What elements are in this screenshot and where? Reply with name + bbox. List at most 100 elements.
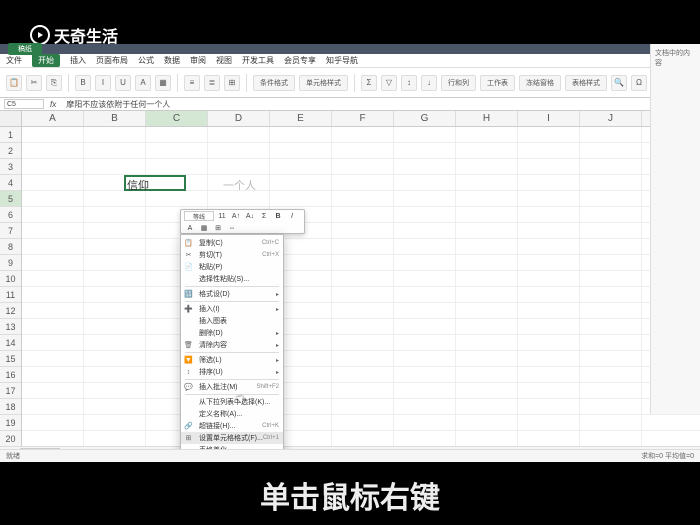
ctx-item[interactable]: 🗑清除内容▸	[181, 339, 283, 351]
mini-sum[interactable]: Σ	[258, 211, 270, 221]
mini-font-select[interactable]: 等线	[184, 211, 214, 221]
row-header-3[interactable]: 3	[0, 159, 21, 175]
symbol-button[interactable]: Ω	[631, 75, 647, 91]
ctx-item[interactable]: 从下拉列表中选择(K)...	[181, 396, 283, 408]
ctx-item[interactable]: 📋复制(C)Ctrl+C	[181, 237, 283, 249]
worksheet-button[interactable]: 工作表	[480, 75, 515, 91]
fill-color-button[interactable]: ▦	[155, 75, 171, 91]
menu-member[interactable]: 会员专享	[284, 55, 316, 66]
row-header-12[interactable]: 12	[0, 303, 21, 319]
sort-button[interactable]: ↕	[401, 75, 417, 91]
align-left-button[interactable]: ≡	[184, 75, 200, 91]
mini-italic[interactable]: I	[286, 211, 298, 221]
cells-area[interactable]	[22, 127, 700, 446]
paste-button[interactable]: 📋	[6, 75, 22, 91]
ctx-item[interactable]: ➕插入(I)▸	[181, 303, 283, 315]
right-panel-title: 文档中的内容	[655, 48, 696, 68]
row-header-2[interactable]: 2	[0, 143, 21, 159]
col-header-J[interactable]: J	[580, 111, 642, 126]
mini-bold[interactable]: B	[272, 211, 284, 221]
font-color-button[interactable]: A	[135, 75, 151, 91]
col-header-A[interactable]: A	[22, 111, 84, 126]
col-header-G[interactable]: G	[394, 111, 456, 126]
ctx-item[interactable]: 🔢格式设(D)▸	[181, 288, 283, 300]
menu-file[interactable]: 文件	[6, 55, 22, 66]
row-header-15[interactable]: 15	[0, 351, 21, 367]
row-header-16[interactable]: 16	[0, 367, 21, 383]
menu-insert[interactable]: 插入	[70, 55, 86, 66]
mini-increase-font[interactable]: A↑	[230, 211, 242, 221]
ctx-item[interactable]: 定义名称(A)...	[181, 408, 283, 420]
col-header-D[interactable]: D	[208, 111, 270, 126]
copy-button[interactable]: ⎘	[46, 75, 62, 91]
row-header-6[interactable]: 6	[0, 207, 21, 223]
underline-button[interactable]: U	[115, 75, 131, 91]
sum-button[interactable]: Σ	[361, 75, 377, 91]
row-header-1[interactable]: 1	[0, 127, 21, 143]
row-header-4[interactable]: 4	[0, 175, 21, 191]
table-style-button[interactable]: 表格样式	[565, 75, 607, 91]
row-header-9[interactable]: 9	[0, 255, 21, 271]
menu-dev[interactable]: 开发工具	[242, 55, 274, 66]
menu-start[interactable]: 开始	[32, 54, 60, 67]
col-header-B[interactable]: B	[84, 111, 146, 126]
ctx-item[interactable]: 插入图表	[181, 315, 283, 327]
freeze-button[interactable]: 冻结窗格	[519, 75, 561, 91]
ctx-item[interactable]: ✂剪切(T)Ctrl+X	[181, 249, 283, 261]
ctx-item[interactable]: 删除(D)▸	[181, 327, 283, 339]
filter-button[interactable]: ▽	[381, 75, 397, 91]
cut-button[interactable]: ✂	[26, 75, 42, 91]
rowcol-button[interactable]: 行和列	[441, 75, 476, 91]
name-box[interactable]: C5	[4, 99, 44, 109]
menu-review[interactable]: 审阅	[190, 55, 206, 66]
mini-font-color[interactable]: A	[184, 223, 196, 233]
row-header-19[interactable]: 19	[0, 415, 21, 431]
fx-icon[interactable]: fx	[50, 100, 56, 109]
merge-button[interactable]: ⊞	[224, 75, 240, 91]
menu-zhihu[interactable]: 知乎导航	[326, 55, 358, 66]
menu-formula[interactable]: 公式	[138, 55, 154, 66]
col-header-E[interactable]: E	[270, 111, 332, 126]
row-header-13[interactable]: 13	[0, 319, 21, 335]
row-header-10[interactable]: 10	[0, 271, 21, 287]
row-header-18[interactable]: 18	[0, 399, 21, 415]
row-header-20[interactable]: 20	[0, 431, 21, 447]
col-header-I[interactable]: I	[518, 111, 580, 126]
row-header-7[interactable]: 7	[0, 223, 21, 239]
mini-border[interactable]: ⊞	[212, 223, 224, 233]
mini-decrease-font[interactable]: A↓	[244, 211, 256, 221]
ctx-item[interactable]: 💬插入批注(M)Shift+F2	[181, 381, 283, 393]
ctx-item[interactable]: 📄粘贴(P)	[181, 261, 283, 273]
ctx-item[interactable]: 🔽筛选(L)▸	[181, 354, 283, 366]
spreadsheet-grid[interactable]: 1234567891011121314151617181920 ABCDEFGH…	[0, 111, 700, 446]
mini-merge[interactable]: ⇔	[226, 223, 238, 233]
cond-format-button[interactable]: 条件格式	[253, 75, 295, 91]
select-all-corner[interactable]	[0, 111, 21, 127]
mini-font-size[interactable]: 11	[216, 211, 228, 221]
italic-button[interactable]: I	[95, 75, 111, 91]
align-center-button[interactable]: ≣	[204, 75, 220, 91]
ctx-item[interactable]: ↕排序(U)▸	[181, 366, 283, 378]
row-header-14[interactable]: 14	[0, 335, 21, 351]
formula-bar: C5 fx 摩阳不应该依附于任何一个人	[0, 98, 700, 111]
menu-view[interactable]: 视图	[216, 55, 232, 66]
formula-input[interactable]: 摩阳不应该依附于任何一个人	[62, 99, 696, 110]
fill-down-button[interactable]: ↓	[421, 75, 437, 91]
row-header-5[interactable]: 5	[0, 191, 21, 207]
mini-fill-color[interactable]: ▦	[198, 223, 210, 233]
row-header-11[interactable]: 11	[0, 287, 21, 303]
ctx-item[interactable]: 🔗超链接(H)...Ctrl+K	[181, 420, 283, 432]
menu-page[interactable]: 页面布局	[96, 55, 128, 66]
ctx-item[interactable]: 选择性粘贴(S)...	[181, 273, 283, 285]
row-header-8[interactable]: 8	[0, 239, 21, 255]
col-header-C[interactable]: C	[146, 111, 208, 126]
row-header-17[interactable]: 17	[0, 383, 21, 399]
cell-style-button[interactable]: 单元格样式	[299, 75, 348, 91]
menu-data[interactable]: 数据	[164, 55, 180, 66]
context-menu: 📋复制(C)Ctrl+C✂剪切(T)Ctrl+X📄粘贴(P)选择性粘贴(S)..…	[180, 234, 284, 459]
ctx-item[interactable]: ⊞设置单元格格式(F)...Ctrl+1	[181, 432, 283, 444]
col-header-F[interactable]: F	[332, 111, 394, 126]
find-button[interactable]: 🔍	[611, 75, 627, 91]
col-header-H[interactable]: H	[456, 111, 518, 126]
bold-button[interactable]: B	[75, 75, 91, 91]
